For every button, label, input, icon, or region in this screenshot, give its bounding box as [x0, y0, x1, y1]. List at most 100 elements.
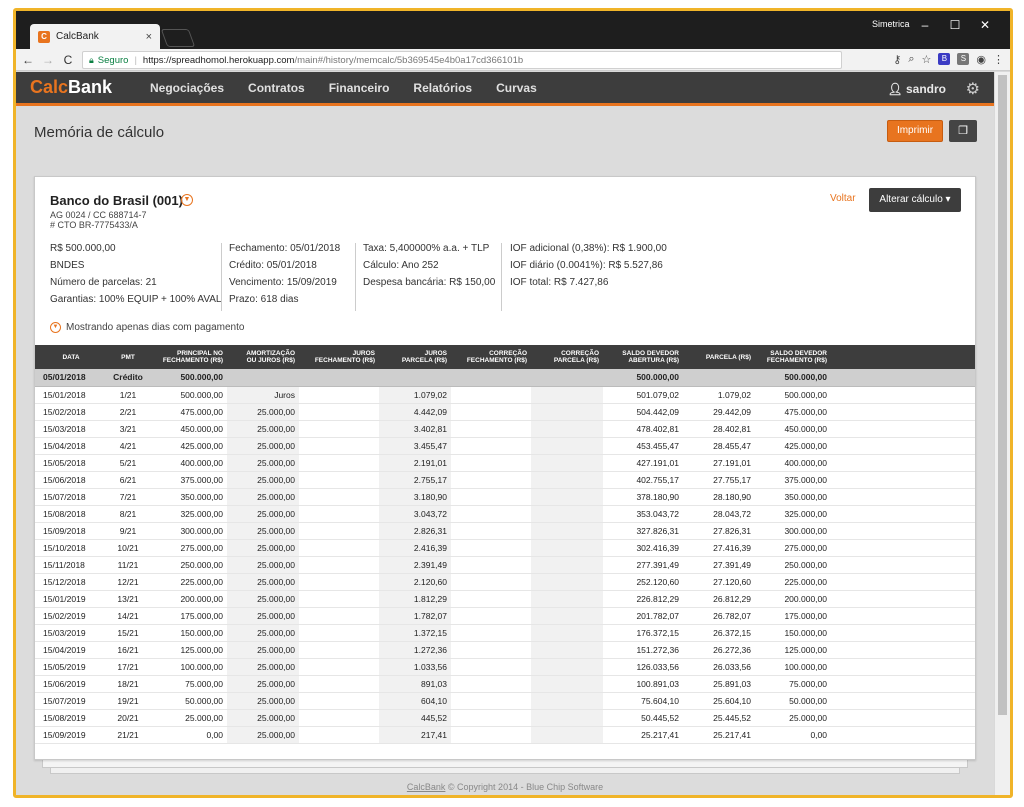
back-link[interactable]: Voltar [830, 193, 856, 204]
new-tab-button[interactable] [160, 29, 196, 47]
column-header: CORREÇÃO PARCELA (R$) [531, 345, 603, 369]
maximize-button[interactable]: ☐ [941, 13, 969, 37]
column-header: PRINCIPAL NO FECHAMENTO (R$) [149, 345, 227, 369]
page-content: Memória de cálculo Imprimir ❐ Banco do B… [16, 106, 994, 795]
table-cell: 15/09/2018 [35, 522, 107, 540]
menu-negociacoes[interactable]: Negociações [150, 81, 224, 95]
tab-title: CalcBank [56, 31, 99, 42]
table-cell [379, 369, 451, 387]
window-user-name: Simetrica [872, 19, 910, 29]
print-button[interactable]: Imprimir [887, 120, 943, 142]
table-cell [531, 505, 603, 523]
url-path: /main#/history/memcalc/5b369545e4b0a17cd… [294, 54, 524, 66]
chevron-down-icon: ▼ [50, 322, 61, 333]
minimize-button[interactable]: – [911, 13, 939, 37]
extension-circle-icon[interactable]: ◉ [976, 53, 986, 66]
table-cell: 500.000,00 [755, 369, 831, 387]
url-input[interactable]: 🔒︎ Seguro | https://spreadhomol.herokuap… [82, 51, 842, 69]
table-cell-spacer [831, 454, 975, 472]
forward-button[interactable]: → [40, 53, 56, 67]
table-cell: 15/04/2018 [35, 437, 107, 455]
table-cell: 1.079,02 [683, 386, 755, 404]
table-cell: 151.272,36 [603, 641, 683, 659]
column-header: AMORTIZAÇÃO OU JUROS (R$) [227, 345, 299, 369]
column-header-text: DATA [62, 353, 80, 361]
table-cell [451, 573, 531, 591]
table-cell: 504.442,09 [603, 403, 683, 421]
extension-s-icon[interactable]: S [957, 53, 970, 65]
table-cell: 25.000,00 [227, 522, 299, 540]
calcbank-logo[interactable]: CalcBank [30, 77, 150, 98]
key-icon[interactable]: ⚷ [893, 53, 901, 66]
back-button[interactable]: ← [20, 53, 36, 67]
table-cell: 425.000,00 [149, 437, 227, 455]
info-column-iof: IOF adicional (0,38%): R$ 1.900,00 IOF d… [510, 240, 667, 291]
user-icon: 👤︎ [887, 82, 906, 96]
browser-menu-icon[interactable]: ⋮ [993, 53, 1004, 66]
close-window-button[interactable]: ✕ [971, 13, 999, 37]
table-cell: 15/01/2019 [35, 590, 107, 608]
table-cell: 27.755,17 [683, 471, 755, 489]
table-cell-spacer [831, 522, 975, 540]
extension-b-icon[interactable]: B [938, 53, 951, 65]
table-cell: 1.272,36 [379, 641, 451, 659]
table-cell: 27.826,31 [683, 522, 755, 540]
table-cell: 3.455,47 [379, 437, 451, 455]
installments-count: Número de parcelas: 21 [50, 277, 157, 288]
menu-relatorios[interactable]: Relatórios [413, 81, 472, 95]
secure-label: Seguro [97, 54, 129, 66]
change-calculation-button[interactable]: Alterar cálculo ▾ [869, 188, 961, 212]
payment-days-filter[interactable]: ▼ Mostrando apenas dias com pagamento [50, 322, 244, 333]
gear-icon[interactable]: ⚙ [966, 79, 980, 99]
table-cell: 5/21 [107, 454, 149, 472]
table-cell: 176.372,15 [603, 624, 683, 642]
column-header-text: FECHAMENTO (R$) [466, 357, 527, 364]
table-cell: 15/07/2019 [35, 692, 107, 710]
table-cell: 100.891,03 [603, 675, 683, 693]
reload-button[interactable]: C [60, 53, 76, 67]
table-cell: 15/06/2019 [35, 675, 107, 693]
table-cell: 2.391,49 [379, 556, 451, 574]
paper-stack-decoration [50, 768, 960, 774]
table-cell [531, 539, 603, 557]
menu-curvas[interactable]: Curvas [496, 81, 537, 95]
menu-contratos[interactable]: Contratos [248, 81, 305, 95]
table-cell: Crédito [107, 369, 149, 387]
browser-tab[interactable]: C CalcBank × [30, 24, 160, 49]
table-cell: 0,00 [755, 726, 831, 744]
table-cell [451, 675, 531, 693]
table-cell: 26.372,15 [683, 624, 755, 642]
table-cell [299, 369, 379, 387]
calculation-basis: Cálculo: Ano 252 [363, 260, 439, 271]
table-cell: 18/21 [107, 675, 149, 693]
table-cell [531, 369, 603, 387]
table-cell: 25.000,00 [227, 624, 299, 642]
table-cell [531, 675, 603, 693]
footer-link[interactable]: CalcBank [407, 782, 446, 792]
table-cell: 25.217,41 [603, 726, 683, 744]
table-cell [531, 624, 603, 642]
column-header: PARCELA (R$) [683, 345, 755, 369]
calcbank-favicon-icon: C [38, 30, 50, 43]
zoom-icon[interactable]: ⌕ [908, 53, 914, 66]
table-cell: 175.000,00 [149, 607, 227, 625]
copy-button[interactable]: ❐ [949, 120, 977, 142]
table-cell: 25.000,00 [227, 675, 299, 693]
browser-window: C CalcBank × Simetrica – ☐ ✕ ← → C 🔒︎ Se… [13, 8, 1013, 798]
table-cell: 13/21 [107, 590, 149, 608]
table-cell: 15/03/2018 [35, 420, 107, 438]
table-cell [451, 692, 531, 710]
menu-financeiro[interactable]: Financeiro [329, 81, 390, 95]
table-row: 15/02/2019 14/21 175.000,00 25.000,00 1.782,… [35, 607, 975, 625]
table-cell [227, 369, 299, 387]
chevron-down-icon[interactable]: ▼ [181, 194, 193, 206]
table-cell [451, 607, 531, 625]
column-header: JUROS PARCELA (R$) [379, 345, 451, 369]
column-header-text: FECHAMENTO (R$) [314, 357, 375, 364]
table-cell: 453.455,47 [603, 437, 683, 455]
scrollbar-thumb[interactable] [998, 75, 1007, 715]
user-menu[interactable]: 👤︎ sandro [887, 82, 946, 96]
bookmark-star-icon[interactable]: ☆ [922, 53, 932, 66]
table-cell: 1.812,29 [379, 590, 451, 608]
tab-close-icon[interactable]: × [146, 31, 152, 43]
